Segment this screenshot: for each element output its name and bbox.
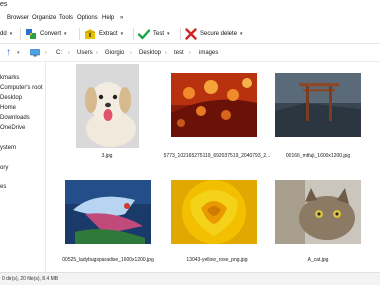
thumbnail-cat[interactable] <box>275 180 361 244</box>
chevron-down-icon[interactable]: ▾ <box>17 50 20 56</box>
toolbar: dd ▾ Convert ▾ Extract ▾ Test ▾ Secure d… <box>0 24 380 44</box>
menu-help[interactable]: Help <box>102 15 114 21</box>
add-button[interactable]: dd ▾ <box>0 26 12 42</box>
sidebar-item-computer-root[interactable]: Computer's root <box>0 85 43 91</box>
menu-organize[interactable]: Organize <box>32 15 56 21</box>
up-arrow-icon[interactable]: ↑ <box>6 47 11 58</box>
menu-overflow-chevron[interactable]: » <box>120 15 123 21</box>
breadcrumb-images[interactable]: images <box>199 50 218 56</box>
sidebar: kmarks Computer's root Desktop Home Down… <box>0 62 46 272</box>
thumbnail-droplets[interactable] <box>171 73 257 137</box>
chevron-down-icon: ▾ <box>120 31 124 37</box>
sidebar-item-files[interactable]: es <box>0 184 6 190</box>
status-text: 0 dir(s), 20 file(s), 8.4 MB <box>2 276 59 282</box>
menu-options[interactable]: Options <box>77 15 98 21</box>
status-bar: 0 dir(s), 20 file(s), 8.4 MB <box>0 272 380 285</box>
chevron-down-icon: ▾ <box>9 31 13 37</box>
secure-delete-button[interactable]: Secure delete ▾ <box>185 26 243 42</box>
breadcrumb-test[interactable]: test <box>174 50 184 56</box>
check-icon <box>137 28 151 40</box>
breadcrumb-giorgio[interactable]: Giorgio <box>105 50 124 56</box>
sidebar-item-history[interactable]: ory <box>0 165 8 171</box>
breadcrumb-drive[interactable]: C: <box>56 50 62 56</box>
file-caption: A_cat.jpg <box>307 257 329 263</box>
add-label: dd <box>0 31 7 37</box>
menu-tools[interactable]: Tools <box>59 15 73 21</box>
thumbnail-torii[interactable] <box>275 73 361 137</box>
file-caption: 13043-yellow_rose_png.jpg <box>186 257 248 263</box>
test-label: Test <box>153 31 165 37</box>
toolbar-divider <box>180 28 181 40</box>
file-grid: 3.jpg 5773_102165275119_692037519_204079… <box>47 62 380 272</box>
extract-button[interactable]: Extract ▾ <box>84 26 123 42</box>
sidebar-item-home[interactable]: Home <box>0 105 16 111</box>
breadcrumb-separator: › <box>96 50 98 56</box>
breadcrumb-desktop[interactable]: Desktop <box>139 50 161 56</box>
app-window: es Browser Organize Tools Options Help »… <box>0 0 380 285</box>
computer-icon <box>30 49 40 59</box>
convert-label: Convert <box>40 31 62 37</box>
extract-label: Extract <box>99 31 118 37</box>
test-button[interactable]: Test ▾ <box>137 26 170 42</box>
sidebar-item-bookmarks[interactable]: kmarks <box>0 75 19 81</box>
breadcrumb-users[interactable]: Users <box>77 50 93 56</box>
chevron-down-icon: ▾ <box>240 31 243 37</box>
convert-button[interactable]: Convert ▾ <box>25 26 67 42</box>
file-caption: 3.jpg <box>101 153 113 159</box>
convert-icon <box>25 28 37 40</box>
secure-delete-label: Secure delete <box>200 31 238 37</box>
breadcrumb-separator: › <box>45 50 47 56</box>
file-caption: 5773_102165275119_692037519_2040793_2... <box>163 153 271 159</box>
toolbar-divider <box>79 28 80 40</box>
thumbnail-puppy[interactable] <box>76 64 139 148</box>
sidebar-item-desktop[interactable]: Desktop <box>0 95 22 101</box>
menu-browser[interactable]: Browser <box>7 15 29 21</box>
sidebar-item-system[interactable]: ystem <box>0 145 16 151</box>
address-bar[interactable]: ↑ ▾ › C: › Users › Giorgio › Desktop › t… <box>0 45 380 62</box>
thumbnail-rose[interactable] <box>171 180 257 244</box>
chevron-down-icon: ▾ <box>167 31 170 37</box>
breadcrumb-separator: › <box>130 50 132 56</box>
file-caption: 00166_mtfuji_1600x1200.jpg <box>285 153 351 159</box>
window-title: es <box>0 1 8 8</box>
chevron-down-icon: ▾ <box>64 31 67 37</box>
menu-bar: Browser Organize Tools Options Help » <box>0 13 380 24</box>
sidebar-item-onedrive[interactable]: OneDrive <box>0 125 25 131</box>
breadcrumb-separator: › <box>165 50 167 56</box>
toolbar-divider <box>133 28 134 40</box>
file-caption: 00525_ladybugsparadise_1600x1200.jpg <box>62 257 154 263</box>
sidebar-item-downloads[interactable]: Downloads <box>0 115 30 121</box>
delete-x-icon <box>185 28 197 40</box>
breadcrumb-separator: › <box>189 50 191 56</box>
extract-icon <box>84 28 96 40</box>
title-bar: es <box>0 0 380 13</box>
thumbnail-ladybug[interactable] <box>65 180 151 244</box>
breadcrumb-separator: › <box>68 50 70 56</box>
toolbar-divider <box>20 28 21 40</box>
